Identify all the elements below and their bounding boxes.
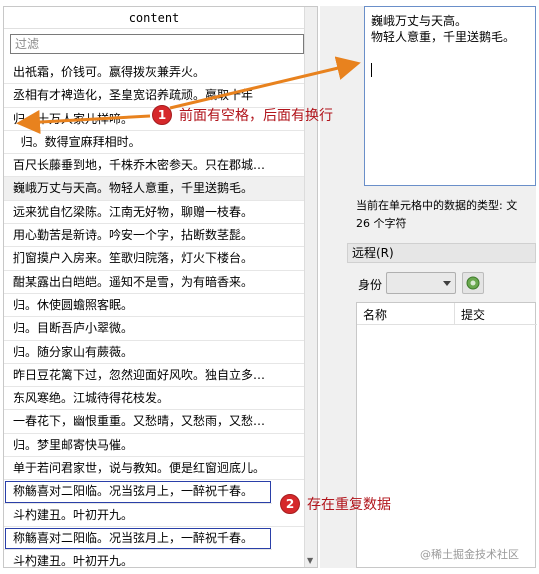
table-row[interactable]: 扪窗摸户入房来。笙歌归院落，灯火下楼台。 bbox=[4, 247, 304, 271]
table-row[interactable]: 斗杓建丑。叶初开九。 bbox=[4, 504, 304, 527]
column-name[interactable]: 名称 bbox=[363, 306, 387, 323]
refresh-button[interactable] bbox=[462, 272, 484, 294]
editor-line: 巍峨万丈与天高。 bbox=[371, 14, 468, 28]
table-row[interactable]: 归。随分家山有蕨薇。 bbox=[4, 341, 304, 364]
char-count-label: 26 个字符 bbox=[356, 217, 407, 230]
filter-input[interactable] bbox=[10, 34, 304, 54]
column-divider bbox=[454, 303, 455, 325]
table-row-duplicate[interactable]: 称觞喜对二阳临。况当弦月上，一醉祝千春。 bbox=[4, 480, 272, 504]
annotation-badge-1: 1 bbox=[152, 105, 172, 125]
table-row[interactable]: 酣某露出白皑皑。遥知不是雪，为有暗香来。 bbox=[4, 271, 304, 294]
table-row[interactable]: 归。休使圆蟾照客眠。 bbox=[4, 294, 304, 318]
table-row[interactable]: 东风寒绝。江城待得花枝发。 bbox=[4, 387, 304, 411]
chevron-down-icon bbox=[443, 281, 451, 286]
editor-line: 物轻人意重，千里送鹅毛。 bbox=[371, 30, 516, 44]
annotation-note-2: 存在重复数据 bbox=[307, 497, 391, 513]
column-header-content[interactable]: content bbox=[4, 7, 304, 29]
table-row[interactable]: 单于若问君家世，说与教知。便是红窗迥底儿。 bbox=[4, 457, 304, 481]
table-row[interactable]: 一春花下，幽恨重重。又愁晴，又愁雨，又愁… bbox=[4, 410, 304, 434]
table-row[interactable]: 归。数得宣麻拜相时。 bbox=[4, 131, 304, 155]
scroll-down-arrow-icon[interactable]: ▼ bbox=[307, 556, 313, 565]
watermark: @稀土掘金技术社区 bbox=[420, 548, 519, 561]
table-row[interactable]: 斗杓建丑。叶初开九。 bbox=[4, 550, 304, 567]
table-row[interactable]: 百尺长藤垂到地，千株乔木密参天。只在郡城… bbox=[4, 154, 304, 178]
table-rows: 出祇霜，价钱可。嬴得拨灰兼弄火。 丞相有才裨造化，圣皇宽诏养疏顽。嬴取十年 归。… bbox=[4, 61, 304, 567]
remote-section-header[interactable]: 远程(R) bbox=[347, 243, 536, 263]
table-row[interactable]: 远来犹自忆梁陈。江南无好物，聊赠一枝春。 bbox=[4, 201, 304, 225]
vertical-scrollbar[interactable]: ▼ bbox=[304, 7, 317, 567]
remote-list: 名称 提交 bbox=[356, 302, 537, 568]
table-row-duplicate[interactable]: 称觞喜对二阳临。况当弦月上，一醉祝千春。 bbox=[4, 527, 272, 551]
data-table-panel: content 出祇霜，价钱可。嬴得拨灰兼弄火。 丞相有才裨造化，圣皇宽诏养疏顽… bbox=[3, 6, 318, 568]
table-row[interactable]: 昨日豆花篱下过，忽然迎面好风吹。独自立多… bbox=[4, 364, 304, 388]
text-caret bbox=[371, 63, 372, 77]
refresh-gear-icon bbox=[466, 276, 480, 290]
table-row[interactable]: 归。梦里邮寄快马催。 bbox=[4, 434, 304, 458]
cell-editor[interactable]: 巍峨万丈与天高。 物轻人意重，千里送鹅毛。 bbox=[364, 6, 536, 186]
annotation-note-1: 前面有空格，后面有换行 bbox=[179, 108, 333, 124]
remote-list-header: 名称 提交 bbox=[357, 303, 537, 325]
identity-select[interactable] bbox=[386, 272, 456, 294]
column-commit[interactable]: 提交 bbox=[461, 306, 485, 323]
table-row[interactable]: 出祇霜，价钱可。嬴得拨灰兼弄火。 bbox=[4, 61, 304, 85]
table-row[interactable]: 归。目断吾庐小翠微。 bbox=[4, 317, 304, 341]
cell-type-label: 当前在单元格中的数据的类型: 文 bbox=[356, 199, 518, 212]
annotation-badge-2: 2 bbox=[280, 494, 300, 514]
table-row[interactable]: 用心勤苦是新诗。吟安一个字，拈断数茎髭。 bbox=[4, 224, 304, 248]
table-row-selected[interactable]: 巍峨万丈与天高。物轻人意重，千里送鹅毛。 bbox=[4, 177, 304, 201]
identity-label: 身份 bbox=[358, 278, 383, 292]
